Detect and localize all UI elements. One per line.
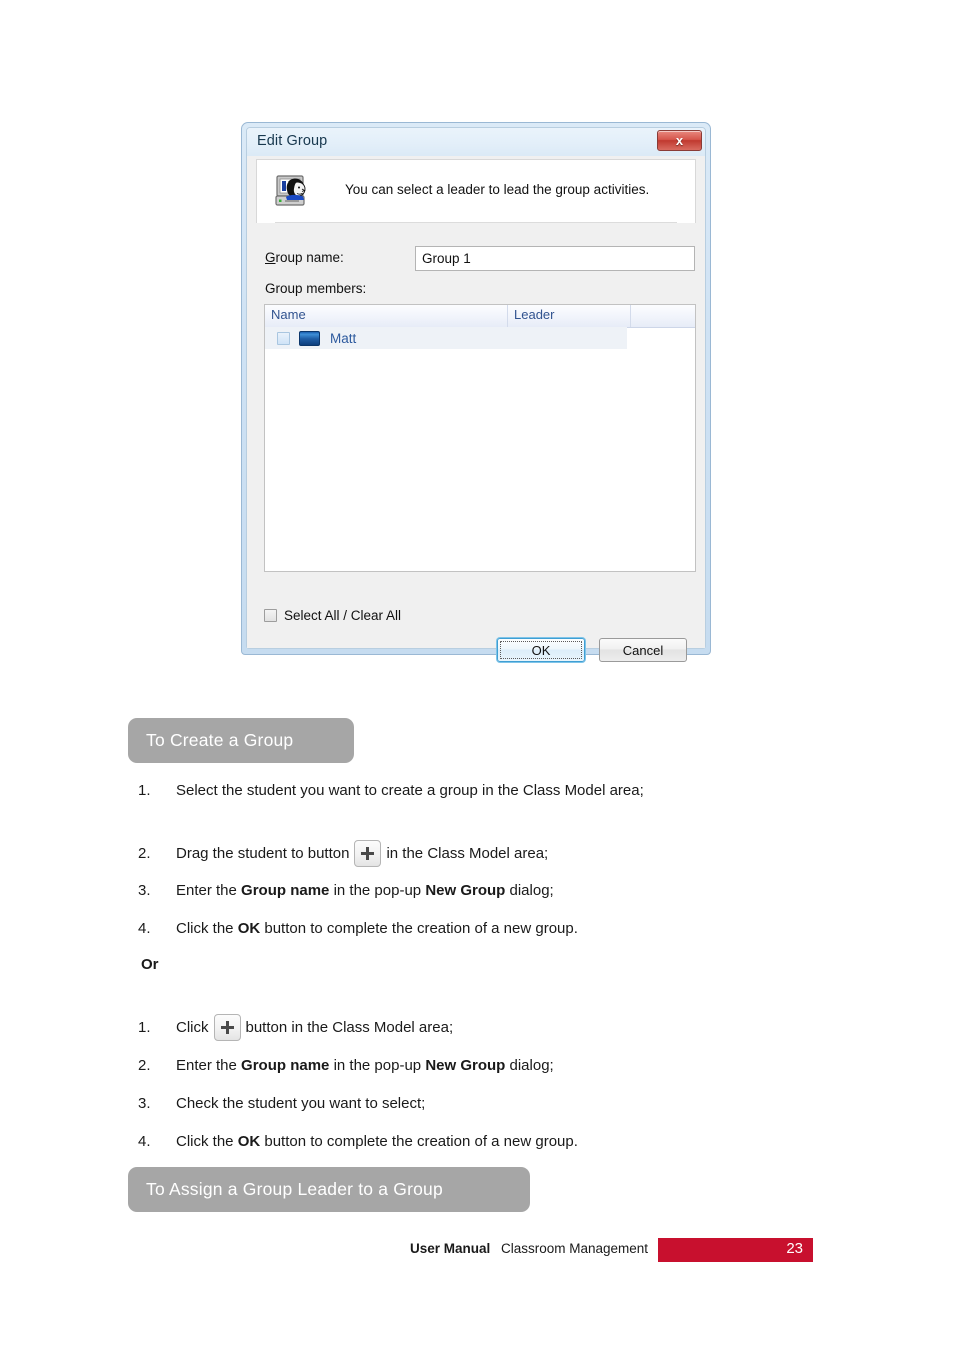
step-number: 1. [138,1019,151,1036]
dialog-header-panel: You can select a leader to lead the grou… [256,159,696,223]
dialog-button-row: OK Cancel [497,638,687,662]
row-checkbox[interactable] [277,331,290,345]
dialog-titlebar[interactable]: Edit Group x [247,128,705,156]
dialog-frame: Edit Group x You can select a leader to … [241,122,711,662]
list-item: 3. Enter the Group name in the pop-up New… [138,881,554,901]
step-number: 4. [138,1133,151,1150]
row-name-label: Matt [330,330,357,346]
list-item: 3. Check the student you want to select; [138,1094,425,1114]
dialog-inner: Edit Group x You can select a leader to … [246,127,706,662]
user-computer-icon [275,172,317,212]
step-text: Select the student you want to create a … [176,782,644,799]
step-text-mid: in the pop-up [329,1057,426,1074]
dialog-header-message: You can select a leader to lead the grou… [345,182,650,197]
close-icon[interactable]: x [657,130,702,151]
step-emphasis-2: New Group [425,882,506,899]
group-name-row: Group name: [247,246,705,272]
select-all-checkbox[interactable] [264,609,277,622]
ok-button[interactable]: OK [497,638,585,662]
plus-icon[interactable] [354,840,382,867]
or-separator: Or [141,956,159,973]
step-emphasis: OK [237,1133,261,1150]
step-number: 4. [138,920,151,937]
step-text-tail: in the Class Model area; [386,845,549,862]
close-icon-glyph: x [675,133,684,148]
page-number: 23 [786,1240,803,1257]
step-text-tail: dialog; [505,1057,554,1074]
list-item: 2. Drag the student to button in the Class… [138,829,549,867]
plus-button-inline-wrap [349,829,386,867]
group-name-input[interactable] [415,246,695,271]
plus-button-inline-wrap [209,1003,246,1041]
cancel-button[interactable]: Cancel [599,638,687,662]
column-header-blank[interactable] [631,305,695,327]
step-text: Click [176,1019,209,1036]
header-divider [275,222,677,223]
step-number: 3. [138,882,151,899]
step-text: Drag the student to button [176,845,350,862]
list-item: 1. Click button in the Class Model area; [138,1003,454,1041]
edit-group-dialog: Edit Group x You can select a leader to … [241,122,711,662]
list-header-row: Name Leader [265,305,695,328]
table-row[interactable]: Matt [265,327,627,349]
step-emphasis-2: New Group [425,1057,506,1074]
step-text: Check the student you want to select; [176,1095,426,1112]
footer-doc-type: User Manual [410,1241,491,1256]
step-number: 3. [138,1095,151,1112]
step-text-tail: dialog; [505,882,554,899]
section-heading-assign-leader-label: To Assign a Group Leader to a Group [146,1179,443,1199]
step-text-tail: button to complete the creation of a new… [260,920,578,937]
step-emphasis: Group name [241,882,330,899]
group-members-label: Group members: [265,281,367,296]
step-number: 1. [138,782,151,799]
group-members-list[interactable]: Name Leader Matt [264,304,696,572]
section-heading-assign-leader: To Assign a Group Leader to a Group [128,1167,530,1212]
dialog-body: You can select a leader to lead the grou… [247,156,705,662]
group-name-label: Group name: [265,250,344,265]
step-emphasis: Group name [241,1057,330,1074]
step-text: Click the [176,1133,238,1150]
dialog-title: Edit Group [257,133,328,149]
plus-icon[interactable] [213,1014,241,1041]
page-footer: User Manual Classroom Management 23 [0,1238,954,1262]
list-item: 4. Click the OK button to complete the cr… [138,919,578,939]
column-header-name[interactable]: Name [265,305,508,327]
column-header-leader[interactable]: Leader [508,305,631,327]
section-heading-create-group: To Create a Group [128,718,354,763]
section-heading-create-group-label: To Create a Group [146,730,294,750]
monitor-icon [299,330,320,346]
step-number: 2. [138,845,151,862]
step-emphasis: OK [237,920,261,937]
step-text: Click the [176,920,238,937]
footer-product-name: Classroom Management [501,1241,649,1256]
select-all-row[interactable]: Select All / Clear All [264,608,401,623]
step-text-tail: button to complete the creation of a new… [260,1133,578,1150]
list-item: 4. Click the OK button to complete the cr… [138,1132,578,1152]
list-item: 1. Select the student you want to create … [138,781,644,801]
step-number: 2. [138,1057,151,1074]
select-all-label: Select All / Clear All [284,608,402,623]
step-text: Enter the [176,1057,242,1074]
step-text: Enter the [176,882,242,899]
step-text-tail: button in the Class Model area; [245,1019,454,1036]
footer-page-badge: 23 [658,1238,813,1262]
list-item: 2. Enter the Group name in the pop-up New… [138,1056,554,1076]
step-text-mid: in the pop-up [329,882,426,899]
